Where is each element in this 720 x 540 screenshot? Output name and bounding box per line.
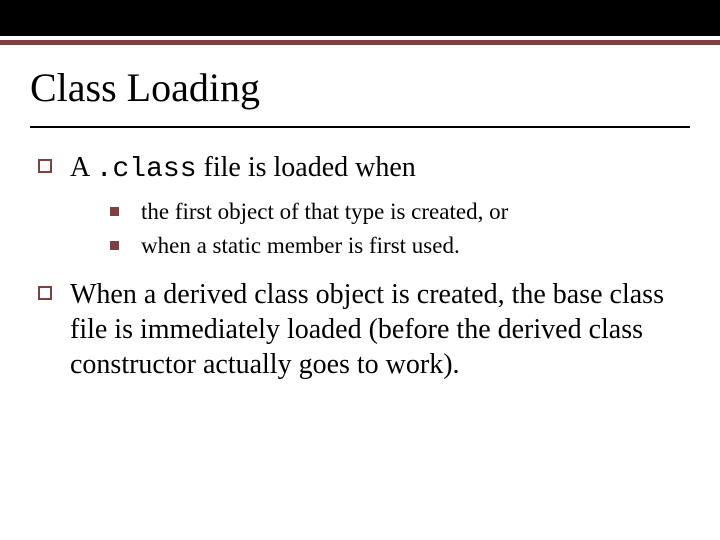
title-underline <box>30 126 690 128</box>
bullet-text-2: When a derived class object is created, … <box>70 277 670 382</box>
sub-bullet-text-1: the first object of that type is created… <box>141 197 508 227</box>
b1-code: .class <box>96 154 197 185</box>
filled-square-icon <box>110 207 119 216</box>
accent-rule <box>0 40 720 45</box>
b1-suffix: file is loaded when <box>197 152 416 183</box>
bullet-item-2: When a derived class object is created, … <box>38 277 670 382</box>
hollow-square-icon <box>38 286 52 300</box>
slide-body: A .class file is loaded when the first o… <box>38 150 670 392</box>
sub-bullet-item-1: the first object of that type is created… <box>110 197 670 227</box>
filled-square-icon <box>110 241 119 250</box>
bullet-text-1: A .class file is loaded when <box>70 150 416 187</box>
sub-bullet-item-2: when a static member is first used. <box>110 231 670 261</box>
slide: Class Loading A .class file is loaded wh… <box>0 0 720 540</box>
hollow-square-icon <box>38 159 52 173</box>
sub-bullet-text-2: when a static member is first used. <box>141 231 460 261</box>
top-band <box>0 0 720 36</box>
bullet-item-1: A .class file is loaded when <box>38 150 670 187</box>
sub-bullet-list: the first object of that type is created… <box>110 197 670 261</box>
b1-prefix: A <box>70 152 96 183</box>
slide-title: Class Loading <box>30 66 690 110</box>
